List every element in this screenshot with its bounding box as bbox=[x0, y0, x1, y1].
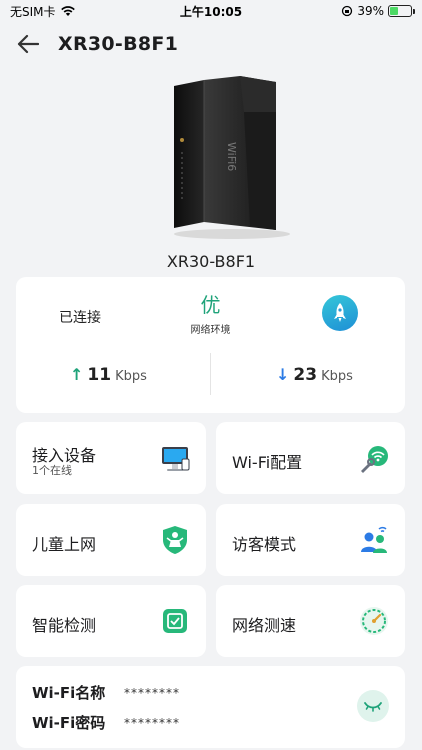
network-status-top: 已连接 优 网络环境 bbox=[16, 277, 405, 353]
rocket-icon bbox=[334, 303, 346, 322]
tile-smart-check-label: 智能检测 bbox=[32, 616, 97, 635]
upload-speed-unit: Kbps bbox=[115, 369, 147, 384]
download-speed-unit: Kbps bbox=[321, 369, 353, 384]
wifi-name-label: Wi-Fi名称 bbox=[32, 684, 106, 702]
tile-speed-test-label: 网络测速 bbox=[232, 616, 297, 635]
guest-users-icon bbox=[361, 526, 387, 553]
upload-speed-value: 11 bbox=[87, 365, 112, 385]
arrow-left-icon bbox=[17, 34, 39, 54]
speed-divider bbox=[210, 353, 211, 395]
arrow-up-icon: ↑ bbox=[70, 365, 84, 384]
accelerate-button[interactable] bbox=[322, 295, 358, 331]
speed-test-icon bbox=[360, 607, 388, 635]
battery-icon bbox=[388, 5, 415, 17]
tile-wifi-config[interactable]: Wi-Fi配置 bbox=[216, 422, 405, 494]
download-speed-value: 23 bbox=[293, 365, 318, 385]
page-title: XR30-B8F1 bbox=[58, 33, 179, 55]
page-header: XR30-B8F1 bbox=[0, 28, 422, 60]
tile-wifi-config-label: Wi-Fi配置 bbox=[232, 453, 303, 472]
tile-speed-test[interactable]: 网络测速 bbox=[216, 585, 405, 657]
wifi-password-value: ******** bbox=[124, 715, 180, 730]
back-button[interactable] bbox=[14, 30, 42, 58]
carrier-text: 无SIM卡 bbox=[10, 4, 56, 19]
tile-guest-mode-label: 访客模式 bbox=[232, 535, 297, 554]
wifi-settings-icon bbox=[361, 446, 388, 473]
router-brand-text: WiFi6 bbox=[225, 142, 238, 171]
toggle-visibility-button[interactable] bbox=[357, 690, 389, 722]
wifi-password-row: Wi-Fi密码 ******** bbox=[32, 712, 180, 733]
download-speed: ↓ 23 Kbps bbox=[276, 365, 353, 385]
tile-smart-check[interactable]: 智能检测 bbox=[16, 585, 206, 657]
eye-closed-icon bbox=[364, 702, 382, 712]
wifi-name-value: ******** bbox=[124, 685, 180, 700]
network-status-card: 已连接 优 网络环境 ↑ 11 Kbps ↓ 23 Kbps bbox=[16, 277, 405, 413]
status-bar-right: 39% bbox=[341, 4, 415, 18]
device-name: XR30-B8F1 bbox=[166, 252, 256, 271]
wifi-info-card: Wi-Fi名称 ******** Wi-Fi密码 ******** bbox=[16, 666, 405, 748]
tile-guest-mode[interactable]: 访客模式 bbox=[216, 504, 405, 576]
arrow-down-icon: ↓ bbox=[276, 365, 290, 384]
child-shield-icon bbox=[163, 526, 187, 554]
battery-percent: 39% bbox=[357, 4, 384, 18]
wifi-password-label: Wi-Fi密码 bbox=[32, 714, 106, 732]
battery-level bbox=[390, 7, 398, 15]
tile-child-internet-label: 儿童上网 bbox=[32, 535, 97, 554]
wifi-name-row: Wi-Fi名称 ******** bbox=[32, 682, 180, 703]
router-image: WiFi6 bbox=[174, 76, 290, 239]
wifi-signal-icon bbox=[60, 6, 75, 16]
upload-speed: ↑ 11 Kbps bbox=[70, 365, 147, 385]
status-bar: 无SIM卡 上午10:05 39% bbox=[0, 0, 422, 22]
status-bar-left: 无SIM卡 bbox=[10, 3, 76, 20]
tile-connected-devices[interactable]: 接入设备 1个在线 bbox=[16, 422, 206, 494]
tile-child-internet[interactable]: 儿童上网 bbox=[16, 504, 206, 576]
orientation-lock-icon bbox=[342, 5, 353, 17]
smart-check-icon bbox=[163, 609, 187, 633]
monitor-icon bbox=[162, 447, 190, 471]
tile-connected-devices-sub: 1个在线 bbox=[32, 464, 72, 477]
